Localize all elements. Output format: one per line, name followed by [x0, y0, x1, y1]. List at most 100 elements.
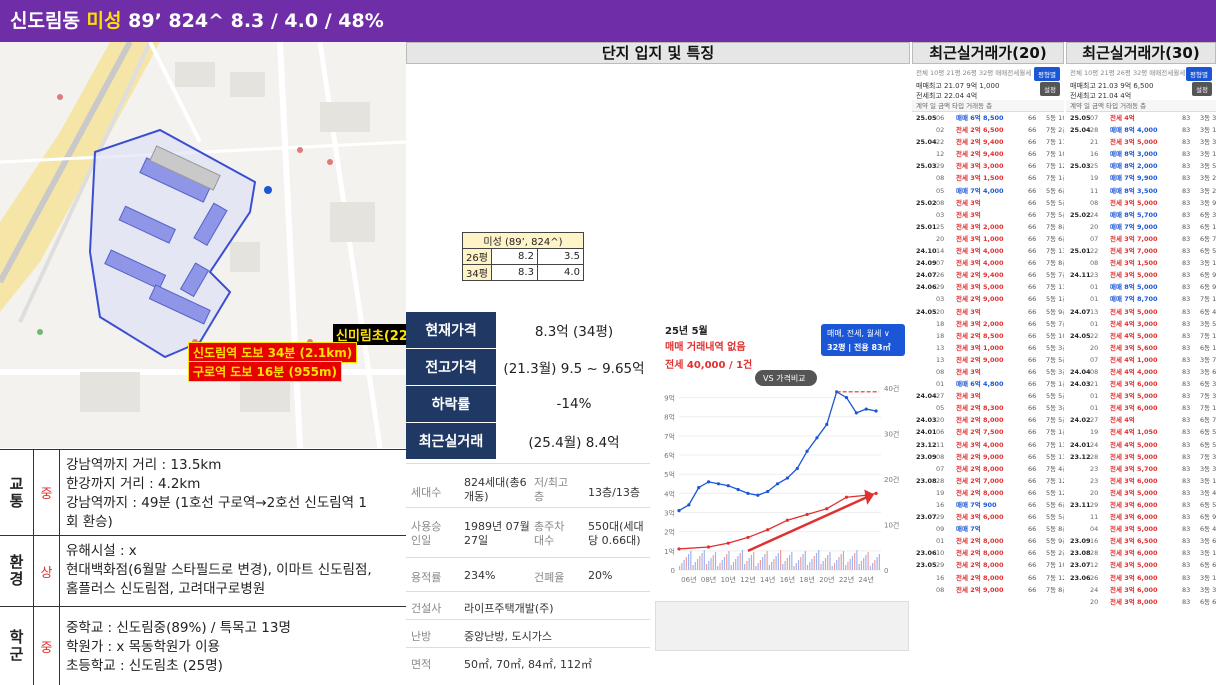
trade-row[interactable]: 23.0828 전세 3억 6,000 83 3동 13층	[1066, 547, 1216, 559]
trade-row[interactable]: 19 전세 4억 1,050 83 6동 5층	[1066, 426, 1216, 438]
trade-row[interactable]: 12 전세 2억 9,400 66 7동 10층	[912, 148, 1064, 160]
trade-row[interactable]: 13 전세 2억 9,000 66 7동 5층	[912, 354, 1064, 366]
trade-row[interactable]: 23.1228 전세 3억 5,000 83 7동 3층	[1066, 451, 1216, 463]
price-chart[interactable]: 25년 5월 매매 거래내역 없음 전세 40,000 / 1건 매매, 전세,…	[655, 318, 909, 596]
trade-row[interactable]: 20 전세 3억 5,600 83 6동 12층	[1066, 342, 1216, 354]
trade-row[interactable]: 23.0610 전세 2억 8,000 66 5동 2층	[912, 547, 1064, 559]
trade-tabs[interactable]: 전체 10평 21평 26평 32평 매매전세월세 평형별	[1066, 64, 1216, 81]
trade-row[interactable]: 03 전세 3억 66 7동 5층	[912, 209, 1064, 221]
trade-row[interactable]: 23.0729 전세 3억 6,000 66 5동 5층	[912, 511, 1064, 523]
trade-floor: 3동 1층	[1200, 259, 1216, 268]
settings-button[interactable]: 설정	[1192, 82, 1212, 96]
trade-row[interactable]: 24.0227 전세 4억 83 6동 7층	[1066, 414, 1216, 426]
trade-list-20[interactable]: 전체 10평 21평 26평 32평 매매전세월세 평형별 매매최고 21.07…	[912, 64, 1064, 684]
trade-row[interactable]: 18 전세 3억 2,000 66 5동 7층	[912, 318, 1064, 330]
trade-row[interactable]: 25.0507 전세 4억 83 3동 3층	[1066, 112, 1216, 124]
trade-row[interactable]: 25.0224 매매 8억 5,700 83 6동 3층	[1066, 209, 1216, 221]
trade-row[interactable]: 24.0907 전세 3억 4,000 66 7동 8층	[912, 257, 1064, 269]
trade-row[interactable]: 24.1014 전세 3억 4,000 66 7동 13층	[912, 245, 1064, 257]
trade-row[interactable]: 03 전세 2억 9,000 66 5동 1층	[912, 293, 1064, 305]
trade-list-30[interactable]: 전체 10평 21평 26평 32평 매매전세월세 평형별 매매최고 21.03…	[1066, 64, 1216, 684]
trade-row[interactable]: 09 매매 7억 66 5동 8층	[912, 523, 1064, 535]
trade-day: 25	[936, 222, 945, 231]
trade-row[interactable]: 24.1123 전세 3억 5,000 83 6동 9층	[1066, 269, 1216, 281]
trade-row[interactable]: 20 전세 3억 1,000 66 7동 6층	[912, 233, 1064, 245]
trade-price: 매매 6억 4,800	[956, 380, 1004, 389]
trade-row[interactable]: 24.0408 전세 4억 4,000 83 3동 6층	[1066, 366, 1216, 378]
trade-row[interactable]: 11 전세 3억 6,000 83 6동 9층	[1066, 511, 1216, 523]
trade-row[interactable]: 23.1211 전세 3억 4,000 66 7동 13층	[912, 439, 1064, 451]
trade-row[interactable]: 20 매매 7억 9,000 83 6동 1층	[1066, 221, 1216, 233]
trade-row[interactable]: 24.0713 전세 3억 5,000 83 6동 4층	[1066, 306, 1216, 318]
trade-row[interactable]: 23.0828 전세 2억 7,000 66 7동 12층	[912, 475, 1064, 487]
trade-row[interactable]: 16 전세 2억 8,000 66 7동 12층	[912, 572, 1064, 584]
trade-row[interactable]: 23 전세 3억 6,000 83 3동 1층	[1066, 475, 1216, 487]
trade-row[interactable]: 08 전세 3억 66 5동 3층	[912, 366, 1064, 378]
trade-row[interactable]: 23.0529 전세 2억 8,000 66 7동 10층	[912, 559, 1064, 571]
trade-row[interactable]: 18 전세 2억 8,500 66 5동 10층	[912, 330, 1064, 342]
trade-row[interactable]: 07 전세 3억 7,000 83 6동 7층	[1066, 233, 1216, 245]
trade-row[interactable]: 08 전세 3억 1,500 66 7동 1층	[912, 172, 1064, 184]
trade-row[interactable]: 23.0916 전세 3억 6,500 83 3동 6층	[1066, 535, 1216, 547]
trade-row[interactable]: 24 전세 3억 6,000 83 3동 3층	[1066, 584, 1216, 596]
trade-row[interactable]: 23.0908 전세 2억 9,000 66 5동 13층	[912, 451, 1064, 463]
trade-price: 전세 3억 2,000	[956, 222, 1004, 231]
trade-row[interactable]: 01 전세 4억 3,000 83 3동 5층	[1066, 318, 1216, 330]
trade-tabs[interactable]: 전체 10평 21평 26평 32평 매매전세월세 평형별	[912, 64, 1064, 81]
trade-row[interactable]: 05 매매 7억 4,000 66 5동 6층	[912, 185, 1064, 197]
trade-row[interactable]: 23.0712 전세 3억 5,000 83 6동 6층	[1066, 559, 1216, 571]
trade-row[interactable]: 20 전세 3억 8,000 83 6동 6층	[1066, 596, 1216, 608]
trade-row[interactable]: 24.0522 전세 4억 5,000 83 7동 10층	[1066, 330, 1216, 342]
trade-row[interactable]: 07 전세 4억 1,000 83 3동 7층	[1066, 354, 1216, 366]
trade-row[interactable]: 20 전세 3억 5,000 83 3동 4층	[1066, 487, 1216, 499]
trade-row[interactable]: 25.0125 전세 3억 2,000 66 7동 8층	[912, 221, 1064, 233]
trade-row[interactable]: 24.0520 전세 3억 66 5동 9층	[912, 306, 1064, 318]
trade-row[interactable]: 25.0329 전세 3억 3,000 66 7동 12층	[912, 160, 1064, 172]
trade-row[interactable]: 01 전세 3억 6,000 83 7동 1층	[1066, 402, 1216, 414]
info-text: 유해시설 : x 현대백화점(6월말 스타필드로 변경), 이마트 신도림점, …	[66, 542, 376, 599]
settings-button[interactable]: 설정	[1040, 82, 1060, 96]
x-tick-label: 18년	[799, 575, 814, 584]
size-filter-button[interactable]: 평형별	[1034, 67, 1060, 81]
trade-row[interactable]: 24.0124 전세 4억 5,000 83 6동 5층	[1066, 439, 1216, 451]
trade-row[interactable]: 01 매매 7억 8,700 83 7동 1층	[1066, 293, 1216, 305]
trade-row[interactable]: 01 매매 8억 5,000 83 6동 9층	[1066, 281, 1216, 293]
trade-row[interactable]: 23.1129 전세 3억 6,000 83 6동 5층	[1066, 499, 1216, 511]
trade-row[interactable]: 11 매매 8억 3,500 83 3동 2층	[1066, 185, 1216, 197]
trade-row[interactable]: 02 전세 2억 6,500 66 7동 2층	[912, 124, 1064, 136]
trade-row[interactable]: 25.0122 전세 3억 7,000 83 6동 5층	[1066, 245, 1216, 257]
trade-row[interactable]: 01 전세 3억 5,000 83 7동 3층	[1066, 390, 1216, 402]
trade-row[interactable]: 01 매매 6억 4,800 66 7동 1층	[912, 378, 1064, 390]
trade-row[interactable]: 25.0428 매매 8억 4,000 83 3동 11층	[1066, 124, 1216, 136]
trade-row[interactable]: 19 매매 7억 9,900 83 3동 2층	[1066, 172, 1216, 184]
trade-row[interactable]: 24.0726 전세 2억 9,400 66 5동 7층	[912, 269, 1064, 281]
trade-row[interactable]: 24.0427 전세 3억 66 5동 5층	[912, 390, 1064, 402]
trade-row[interactable]: 21 전세 3억 5,000 83 3동 3층	[1066, 136, 1216, 148]
trade-row[interactable]: 23 전세 3억 5,700 83 3동 3층	[1066, 463, 1216, 475]
trade-row[interactable]: 25.0325 매매 8억 2,000 83 3동 5층	[1066, 160, 1216, 172]
trade-row[interactable]: 08 전세 3억 1,500 83 3동 1층	[1066, 257, 1216, 269]
trade-row[interactable]: 25.0506 매매 6억 8,500 66 5동 10층	[912, 112, 1064, 124]
trade-row[interactable]: 05 전세 2억 8,300 66 5동 3층	[912, 402, 1064, 414]
trade-row[interactable]: 25.0208 전세 3억 66 5동 5층	[912, 197, 1064, 209]
trade-floor: 7동 5층	[1046, 416, 1064, 425]
trade-row[interactable]: 13 전세 3억 1,000 66 5동 3층	[912, 342, 1064, 354]
trade-row[interactable]: 24.0629 전세 3억 5,000 66 7동 13층	[912, 281, 1064, 293]
size-filter-button[interactable]: 평형별	[1186, 67, 1212, 81]
trade-row[interactable]: 24.0321 전세 3억 6,000 83 6동 3층	[1066, 378, 1216, 390]
trade-row[interactable]: 07 전세 2억 8,000 66 7동 4층	[912, 463, 1064, 475]
trade-row[interactable]: 24.0106 전세 2억 7,500 66 7동 1층	[912, 426, 1064, 438]
trade-month: 25.04	[1070, 126, 1091, 135]
trade-row[interactable]: 24.0320 전세 2억 8,000 66 7동 5층	[912, 414, 1064, 426]
trade-row[interactable]: 04 전세 3억 5,000 83 6동 4층	[1066, 523, 1216, 535]
trade-floor: 6동 7층	[1200, 416, 1216, 425]
trade-row[interactable]: 19 전세 2억 8,000 66 5동 12층	[912, 487, 1064, 499]
location-map[interactable]: 신미림초(22) 신도림역 도보 34분 (2.1km) 구로역 도보 16분 …	[0, 42, 406, 448]
trade-row[interactable]: 08 전세 3억 5,000 83 3동 9층	[1066, 197, 1216, 209]
trade-row[interactable]: 08 전세 2억 9,000 66 7동 8층	[912, 584, 1064, 596]
trade-row[interactable]: 25.0422 전세 2억 9,400 66 7동 11층	[912, 136, 1064, 148]
trade-row[interactable]: 01 전세 2억 8,000 66 5동 9층	[912, 535, 1064, 547]
trade-row[interactable]: 16 매매 8억 3,000 83 3동 1층	[1066, 148, 1216, 160]
trade-row[interactable]: 23.0626 전세 3억 6,000 83 3동 1층	[1066, 572, 1216, 584]
trade-row[interactable]: 16 매매 7억 900 66 5동 6층	[912, 499, 1064, 511]
